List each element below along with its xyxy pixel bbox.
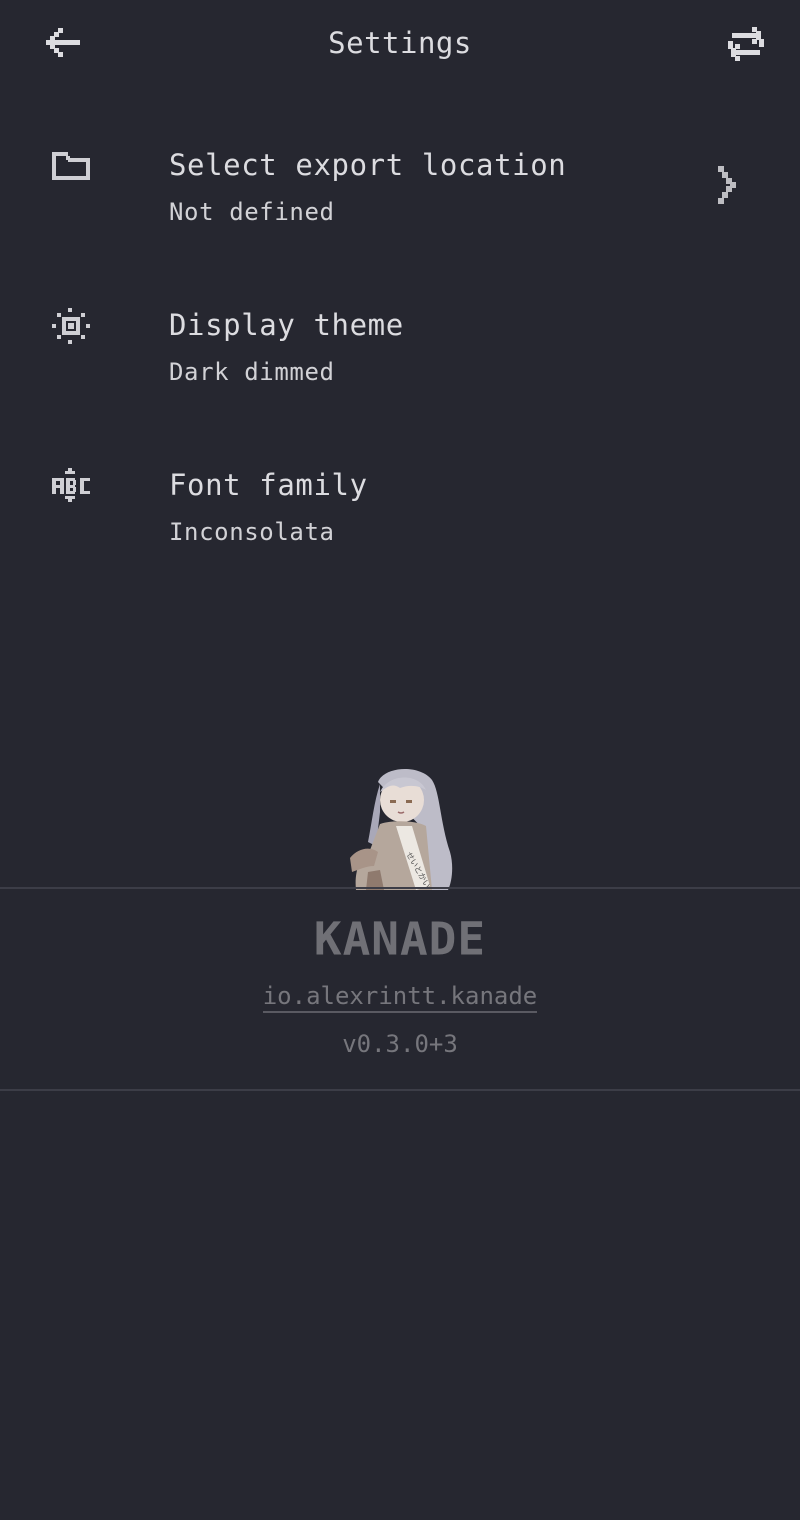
setting-value: Not defined bbox=[169, 198, 335, 226]
setting-title: Select export location bbox=[169, 148, 567, 182]
setting-display-theme[interactable]: Display theme Dark dimmed bbox=[0, 270, 800, 410]
abc-icon bbox=[52, 468, 90, 502]
package-name[interactable]: io.alexrintt.kanade bbox=[262, 982, 538, 1013]
sun-icon bbox=[52, 308, 90, 344]
app-bar: Settings bbox=[0, 0, 800, 90]
setting-title: Display theme bbox=[169, 308, 404, 342]
setting-value: Inconsolata bbox=[169, 518, 335, 546]
app-logo: KANADE bbox=[313, 912, 487, 966]
setting-value: Dark dimmed bbox=[169, 358, 335, 386]
mascot-image: せいとかい bbox=[350, 768, 453, 890]
folder-icon bbox=[52, 152, 90, 180]
sync-button[interactable] bbox=[718, 15, 774, 71]
setting-font-family[interactable]: Font family Inconsolata bbox=[0, 430, 800, 570]
page-title: Settings bbox=[328, 26, 472, 60]
divider bbox=[0, 887, 800, 889]
package-link[interactable]: io.alexrintt.kanade bbox=[0, 982, 800, 1013]
app-version: v0.3.0+3 bbox=[342, 1030, 458, 1058]
setting-title: Font family bbox=[169, 468, 368, 502]
chevron-right-icon bbox=[718, 166, 736, 204]
repeat-icon bbox=[728, 27, 764, 61]
divider bbox=[0, 1089, 800, 1091]
setting-export-location[interactable]: Select export location Not defined bbox=[0, 110, 800, 250]
